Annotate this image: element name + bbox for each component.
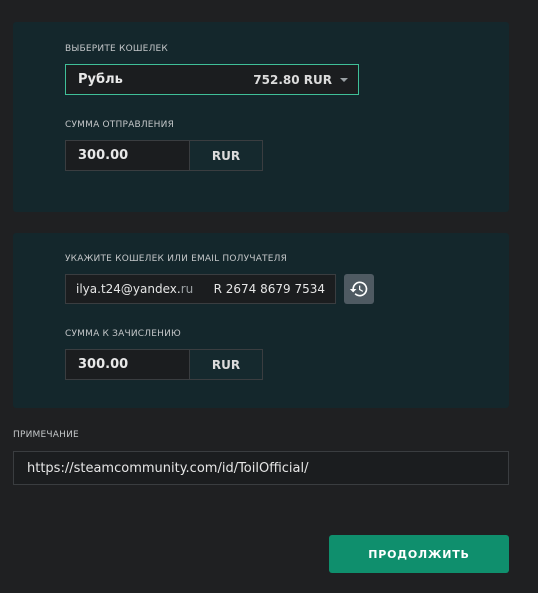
history-icon: [349, 281, 368, 297]
receive-amount-group: 300.00 RUR: [65, 349, 263, 380]
recipient-email: ilya.t24@yandex.ru: [76, 282, 194, 296]
send-amount-currency: RUR: [190, 141, 262, 170]
send-amount-input[interactable]: 300.00: [66, 141, 190, 170]
recipient-label: УКАЖИТЕ КОШЕЛЕК ИЛИ EMAIL ПОЛУЧАТЕЛЯ: [65, 254, 288, 264]
recipient-input[interactable]: ilya.t24@yandex.ru R 2674 8679 7534: [65, 274, 336, 304]
note-input[interactable]: https://steamcommunity.com/id/ToilOffici…: [13, 451, 509, 485]
chevron-down-icon: [340, 77, 348, 82]
wallet-name: Рубль: [78, 72, 123, 87]
receive-panel: УКАЖИТЕ КОШЕЛЕК ИЛИ EMAIL ПОЛУЧАТЕЛЯ ily…: [13, 233, 509, 408]
wallet-select[interactable]: Рубль 752.80 RUR: [65, 64, 359, 95]
receive-amount-input[interactable]: 300.00: [66, 350, 190, 379]
receive-amount-label: СУММА К ЗАЧИСЛЕНИЮ: [65, 329, 181, 339]
receive-amount-currency: RUR: [190, 350, 262, 379]
note-label: ПРИМЕЧАНИЕ: [13, 430, 79, 440]
continue-button[interactable]: ПРОДОЛЖИТЬ: [329, 535, 509, 573]
history-button[interactable]: [344, 274, 374, 304]
send-amount-label: СУММА ОТПРАВЛЕНИЯ: [65, 120, 175, 130]
wallet-balance: 752.80 RUR: [253, 72, 332, 87]
send-panel: ВЫБЕРИТЕ КОШЕЛЕК Рубль 752.80 RUR СУММА …: [13, 22, 509, 212]
recipient-account: R 2674 8679 7534: [213, 282, 325, 296]
wallet-select-label: ВЫБЕРИТЕ КОШЕЛЕК: [65, 44, 169, 54]
send-amount-group: 300.00 RUR: [65, 140, 263, 171]
